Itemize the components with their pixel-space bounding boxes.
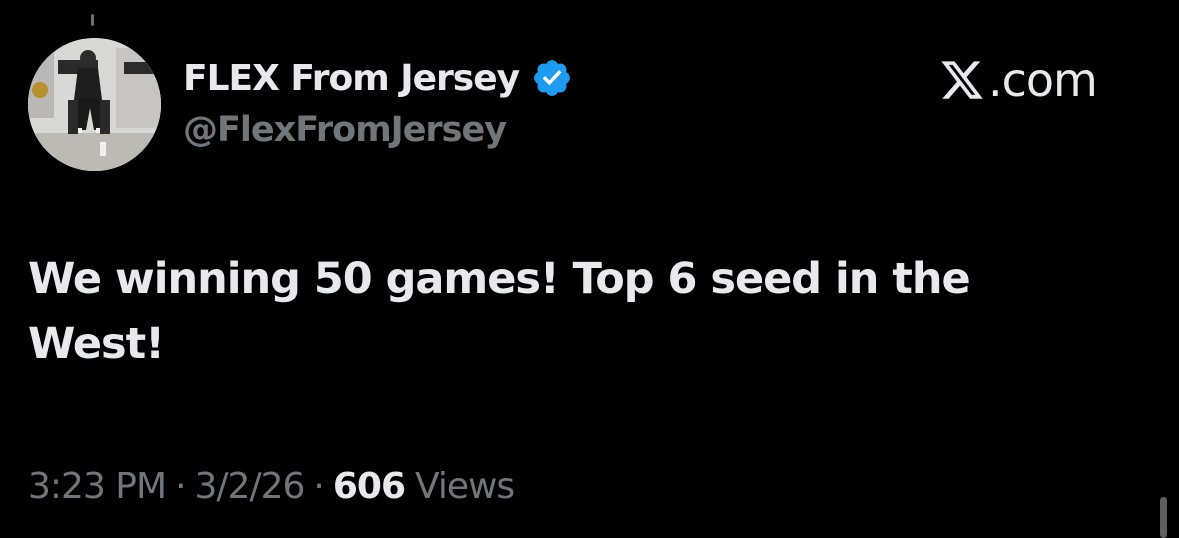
top-tick-mark [91, 14, 94, 26]
views-label: Views [415, 465, 515, 507]
verified-badge-icon [531, 57, 573, 99]
views-count: 606 [332, 465, 406, 507]
meta-separator: · [175, 465, 186, 507]
meta-separator: · [313, 465, 324, 507]
avatar[interactable] [28, 38, 161, 171]
brand-domain: .com [988, 53, 1098, 107]
tweet-text: We winning 50 games! Top 6 seed in the W… [28, 254, 971, 369]
brand-watermark: .com [938, 52, 1098, 108]
scrollbar[interactable] [1160, 497, 1167, 538]
x-logo-icon [938, 57, 986, 103]
tweet-date[interactable]: 3/2/26 [195, 466, 306, 507]
author-name-row[interactable]: FLEX From Jersey [183, 54, 573, 102]
author-display-name[interactable]: FLEX From Jersey [183, 58, 520, 99]
tweet-time[interactable]: 3:23 PM [28, 466, 167, 507]
profile-photo-icon [28, 38, 161, 171]
tweet-meta-row: 3:23 PM · 3/2/26 · 606 Views [28, 462, 515, 510]
author-handle[interactable]: @FlexFromJersey [183, 110, 507, 150]
